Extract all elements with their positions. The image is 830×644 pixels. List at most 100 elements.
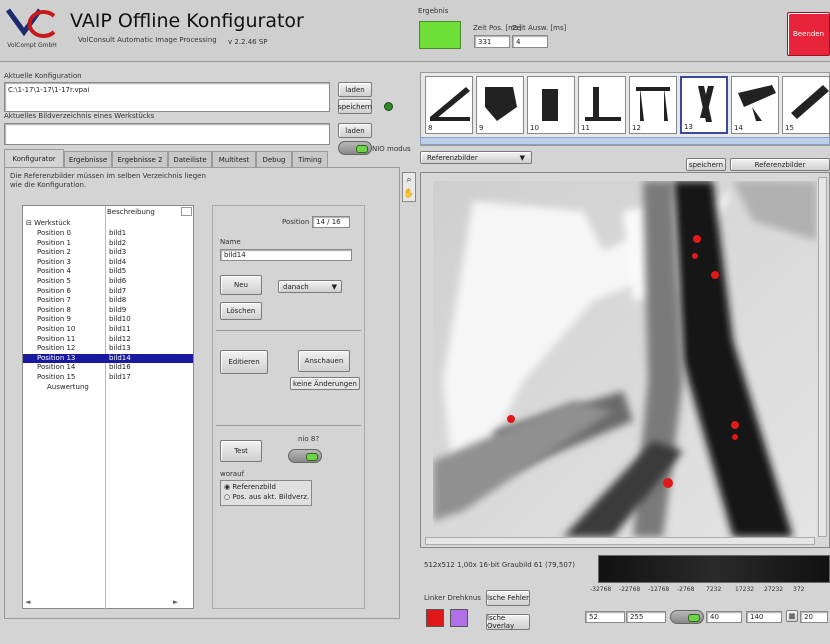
tree-item[interactable]: Position 6 bild7	[23, 287, 193, 297]
imgdir-laden-button[interactable]: laden	[338, 123, 372, 138]
tree-item[interactable]: Position 15 bild17	[23, 373, 193, 383]
tree-item-position: Position 14	[37, 363, 76, 372]
imgdir-path-field[interactable]	[4, 123, 330, 145]
tree-item-description: bild8	[109, 296, 127, 305]
tree-item[interactable]: Position 1 bild2	[23, 239, 193, 249]
status-led	[384, 102, 393, 111]
tree-item[interactable]: Position 3 bild4	[23, 258, 193, 268]
tree-item-auswertung[interactable]: Auswertung	[23, 383, 193, 393]
thumbnail[interactable]: 12	[629, 76, 677, 134]
anschauen-button[interactable]: Anschauen	[298, 350, 350, 372]
result-indicator	[419, 21, 461, 49]
config-path-field[interactable]: C:\1-17\1-17\1-17r.vpai	[4, 82, 330, 112]
image-hscroll[interactable]	[425, 537, 815, 545]
tree-item[interactable]: Position 11 bild12	[23, 335, 193, 345]
tab-ergebnisse[interactable]: Ergebnisse	[64, 151, 112, 167]
max-value-field[interactable]: 255	[626, 611, 666, 623]
referenzbilder-select[interactable]: Referenzbilder ▼	[420, 151, 532, 164]
tree-item[interactable]: Position 13 bild14	[23, 353, 193, 364]
grid-icon: ▦	[788, 612, 796, 620]
danach-label: danach	[283, 282, 309, 291]
min-value-field[interactable]: 52	[585, 611, 625, 623]
grid-button[interactable]: ▦	[786, 610, 798, 622]
thumbnail-image	[698, 86, 714, 122]
nio-test-toggle[interactable]	[288, 449, 322, 463]
radio-bildverz[interactable]: ○ Pos. aus akt. Bildverz.	[224, 493, 309, 501]
thumbnail[interactable]: 13	[680, 76, 728, 134]
thumbnail[interactable]: 11	[578, 76, 626, 134]
tree-hscroll-left[interactable]: ◄	[25, 598, 30, 606]
tree-hscroll-right[interactable]: ►	[173, 598, 178, 606]
loesche-fehler-button[interactable]: lsche Fehler	[486, 590, 530, 606]
tree-item-description: bild12	[109, 334, 131, 343]
company-name: VolCompt GmbH	[7, 42, 57, 49]
tree-root[interactable]: ⊟ Werkstück	[26, 219, 71, 227]
tree-item[interactable]: Position 0 bild1	[23, 229, 193, 239]
histogram-tick-label: -32768	[590, 586, 612, 593]
tree-item[interactable]: Position 12 bild13	[23, 344, 193, 354]
tab-multitest[interactable]: Multitest	[212, 151, 256, 167]
nio-test-label: nio 8?	[298, 435, 320, 443]
contrast-toggle[interactable]	[670, 610, 704, 624]
nio-mode-toggle[interactable]	[338, 141, 372, 155]
contrast-high-field[interactable]: 140	[746, 611, 782, 623]
radio-referenzbild[interactable]: ◉ Referenzbild	[224, 483, 276, 491]
tree-item-description: bild2	[109, 238, 127, 247]
tree-header-beschreibung: Beschreibung	[107, 208, 155, 216]
editor-divider-1	[216, 330, 361, 331]
tab-dateiliste[interactable]: Dateiliste	[168, 151, 212, 167]
thumbnail[interactable]: 15	[782, 76, 830, 134]
thumbnail-number: 12	[632, 124, 641, 132]
tree-item[interactable]: Position 7 bild8	[23, 296, 193, 306]
neu-button[interactable]: Neu	[220, 275, 262, 295]
tree-item[interactable]: Position 10 bild11	[23, 325, 193, 335]
color-swatch-purple[interactable]	[450, 609, 468, 627]
tree-item-description: bild11	[109, 324, 131, 333]
tab-debug[interactable]: Debug	[256, 151, 292, 167]
beenden-button[interactable]: Beenden	[787, 12, 830, 56]
tree-list: Position 0 bild1 Position 1 bild2 Position 2…	[23, 229, 193, 392]
viewer-referenzbilder-button[interactable]: Referenzbilder	[730, 158, 830, 171]
tree-item[interactable]: Position 9 bild10	[23, 315, 193, 325]
viewer-speichern-button[interactable]: speichern	[686, 158, 726, 171]
tree-item[interactable]: Position 8 bild9	[23, 306, 193, 316]
thumbnail[interactable]: 9	[476, 76, 524, 134]
color-swatch-red[interactable]	[426, 609, 444, 627]
app-subtitle: VolConsult Automatic Image Processing	[78, 36, 217, 44]
thumbnail[interactable]: 14	[731, 76, 779, 134]
tree-item-description: bild9	[109, 305, 127, 314]
image-view[interactable]	[420, 172, 830, 548]
config-speichern-button[interactable]: speichern	[338, 99, 372, 114]
thumbnail-image	[542, 89, 558, 121]
tree-item[interactable]: Position 5 bild6	[23, 277, 193, 287]
editieren-button[interactable]: Editieren	[220, 350, 268, 374]
loesche-overlay-button[interactable]: lsche Overlay	[486, 614, 530, 630]
test-button[interactable]: Test	[220, 440, 262, 462]
thumbnail[interactable]: 8	[425, 76, 473, 134]
thumbnail[interactable]: 10	[527, 76, 575, 134]
thumbnail-number: 10	[530, 124, 539, 132]
thumbnail-number: 15	[785, 124, 794, 132]
tree-header-sort[interactable]	[181, 207, 192, 216]
tab-timing[interactable]: Timing	[292, 151, 328, 167]
contrast-low-field[interactable]: 40	[706, 611, 742, 623]
step-field[interactable]: 20	[800, 611, 828, 623]
thumb-scrollbar[interactable]	[420, 137, 830, 145]
image-status: 512x512 1,00x 16-bit Graubild 61 (79,507…	[424, 561, 575, 569]
tab-ergebnisse-2[interactable]: Ergebnisse 2	[112, 151, 168, 167]
farbe-label: Linker Drehknus	[424, 594, 481, 602]
tree-item-description: bild6	[109, 276, 127, 285]
tree-item[interactable]: Position 4 bild5	[23, 267, 193, 277]
tree-item[interactable]: Position 2 bild3	[23, 248, 193, 258]
zeit-ausw-label: Zeit Ausw. [ms]	[512, 24, 567, 32]
tree-item-description: bild7	[109, 286, 127, 295]
zoom-tool[interactable]: ⌕ ✋	[402, 172, 416, 202]
config-laden-button[interactable]: laden	[338, 82, 372, 97]
thumbnail-number: 14	[734, 124, 743, 132]
name-field[interactable]: bild14	[220, 249, 352, 261]
image-vscroll[interactable]	[818, 177, 827, 537]
tree-item[interactable]: Position 14 bild16	[23, 363, 193, 373]
tab-konfigurator[interactable]: Konfigurator	[4, 149, 64, 168]
loeschen-button[interactable]: Löschen	[220, 302, 262, 320]
danach-select[interactable]: danach ▼	[278, 280, 342, 293]
